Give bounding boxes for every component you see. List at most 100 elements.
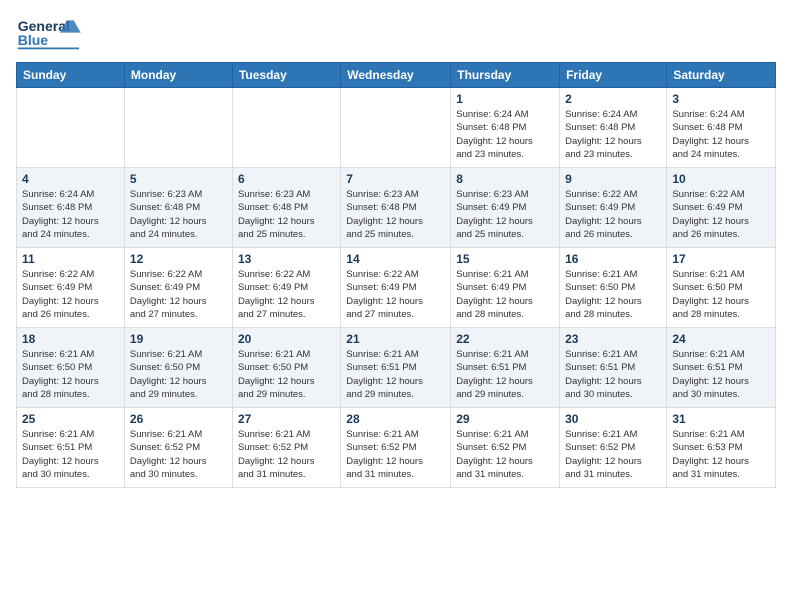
- day-info: Sunrise: 6:22 AMSunset: 6:49 PMDaylight:…: [238, 268, 335, 321]
- day-info: Sunrise: 6:22 AMSunset: 6:49 PMDaylight:…: [22, 268, 119, 321]
- day-number: 19: [130, 332, 227, 346]
- day-info: Sunrise: 6:23 AMSunset: 6:48 PMDaylight:…: [346, 188, 445, 241]
- page: General Blue SundayMondayTuesdayWednesda…: [0, 0, 792, 498]
- week-row-1: 1 Sunrise: 6:24 AMSunset: 6:48 PMDaylight…: [17, 88, 776, 168]
- day-number: 7: [346, 172, 445, 186]
- day-number: 30: [565, 412, 661, 426]
- empty-cell: [341, 88, 451, 168]
- day-number: 16: [565, 252, 661, 266]
- day-info: Sunrise: 6:21 AMSunset: 6:52 PMDaylight:…: [565, 428, 661, 481]
- calendar-header-row: SundayMondayTuesdayWednesdayThursdayFrid…: [17, 63, 776, 88]
- day-number: 3: [672, 92, 770, 106]
- day-number: 5: [130, 172, 227, 186]
- day-info: Sunrise: 6:21 AMSunset: 6:52 PMDaylight:…: [238, 428, 335, 481]
- day-cell-30: 30 Sunrise: 6:21 AMSunset: 6:52 PMDayligh…: [560, 408, 667, 488]
- day-info: Sunrise: 6:21 AMSunset: 6:52 PMDaylight:…: [130, 428, 227, 481]
- svg-text:Blue: Blue: [18, 32, 49, 48]
- day-cell-31: 31Sunrise: 6:21 AMSunset: 6:53 PMDayligh…: [667, 408, 776, 488]
- week-row-3: 11 Sunrise: 6:22 AMSunset: 6:49 PMDayligh…: [17, 248, 776, 328]
- day-number: 15: [456, 252, 554, 266]
- day-info: Sunrise: 6:21 AMSunset: 6:51 PMDaylight:…: [565, 348, 661, 401]
- day-cell-7: 7 Sunrise: 6:23 AMSunset: 6:48 PMDaylight…: [341, 168, 451, 248]
- day-info: Sunrise: 6:21 AMSunset: 6:50 PMDaylight:…: [130, 348, 227, 401]
- day-cell-1: 1 Sunrise: 6:24 AMSunset: 6:48 PMDaylight…: [451, 88, 560, 168]
- day-info: Sunrise: 6:21 AMSunset: 6:50 PMDaylight:…: [22, 348, 119, 401]
- week-row-5: 25Sunrise: 6:21 AMSunset: 6:51 PMDayligh…: [17, 408, 776, 488]
- day-number: 9: [565, 172, 661, 186]
- weekday-header-tuesday: Tuesday: [232, 63, 340, 88]
- day-cell-19: 19 Sunrise: 6:21 AMSunset: 6:50 PMDayligh…: [124, 328, 232, 408]
- day-cell-11: 11 Sunrise: 6:22 AMSunset: 6:49 PMDayligh…: [17, 248, 125, 328]
- day-number: 10: [672, 172, 770, 186]
- day-cell-6: 6Sunrise: 6:23 AMSunset: 6:48 PMDaylight…: [232, 168, 340, 248]
- day-number: 18: [22, 332, 119, 346]
- day-info: Sunrise: 6:22 AMSunset: 6:49 PMDaylight:…: [565, 188, 661, 241]
- empty-cell: [124, 88, 232, 168]
- day-cell-27: 27 Sunrise: 6:21 AMSunset: 6:52 PMDayligh…: [232, 408, 340, 488]
- calendar-table: SundayMondayTuesdayWednesdayThursdayFrid…: [16, 62, 776, 488]
- day-info: Sunrise: 6:24 AMSunset: 6:48 PMDaylight:…: [565, 108, 661, 161]
- day-cell-2: 2 Sunrise: 6:24 AMSunset: 6:48 PMDaylight…: [560, 88, 667, 168]
- week-row-4: 18 Sunrise: 6:21 AMSunset: 6:50 PMDayligh…: [17, 328, 776, 408]
- calendar-body: 1 Sunrise: 6:24 AMSunset: 6:48 PMDaylight…: [17, 88, 776, 488]
- day-number: 4: [22, 172, 119, 186]
- day-info: Sunrise: 6:24 AMSunset: 6:48 PMDaylight:…: [456, 108, 554, 161]
- day-number: 28: [346, 412, 445, 426]
- logo: General Blue: [16, 12, 86, 54]
- day-number: 17: [672, 252, 770, 266]
- day-number: 11: [22, 252, 119, 266]
- week-row-2: 4 Sunrise: 6:24 AMSunset: 6:48 PMDaylight…: [17, 168, 776, 248]
- day-number: 26: [130, 412, 227, 426]
- day-info: Sunrise: 6:21 AMSunset: 6:50 PMDaylight:…: [565, 268, 661, 321]
- day-cell-26: 26 Sunrise: 6:21 AMSunset: 6:52 PMDayligh…: [124, 408, 232, 488]
- day-number: 27: [238, 412, 335, 426]
- weekday-header-thursday: Thursday: [451, 63, 560, 88]
- day-cell-21: 21 Sunrise: 6:21 AMSunset: 6:51 PMDayligh…: [341, 328, 451, 408]
- day-info: Sunrise: 6:23 AMSunset: 6:49 PMDaylight:…: [456, 188, 554, 241]
- day-number: 1: [456, 92, 554, 106]
- day-cell-13: 13Sunrise: 6:22 AMSunset: 6:49 PMDayligh…: [232, 248, 340, 328]
- day-number: 8: [456, 172, 554, 186]
- day-info: Sunrise: 6:21 AMSunset: 6:51 PMDaylight:…: [346, 348, 445, 401]
- day-number: 20: [238, 332, 335, 346]
- day-cell-16: 16 Sunrise: 6:21 AMSunset: 6:50 PMDayligh…: [560, 248, 667, 328]
- weekday-header-sunday: Sunday: [17, 63, 125, 88]
- day-cell-18: 18 Sunrise: 6:21 AMSunset: 6:50 PMDayligh…: [17, 328, 125, 408]
- day-info: Sunrise: 6:21 AMSunset: 6:53 PMDaylight:…: [672, 428, 770, 481]
- day-number: 29: [456, 412, 554, 426]
- day-info: Sunrise: 6:22 AMSunset: 6:49 PMDaylight:…: [130, 268, 227, 321]
- weekday-header-monday: Monday: [124, 63, 232, 88]
- day-cell-3: 3Sunrise: 6:24 AMSunset: 6:48 PMDaylight…: [667, 88, 776, 168]
- day-cell-9: 9 Sunrise: 6:22 AMSunset: 6:49 PMDaylight…: [560, 168, 667, 248]
- day-cell-4: 4 Sunrise: 6:24 AMSunset: 6:48 PMDaylight…: [17, 168, 125, 248]
- day-info: Sunrise: 6:21 AMSunset: 6:52 PMDaylight:…: [456, 428, 554, 481]
- day-info: Sunrise: 6:21 AMSunset: 6:51 PMDaylight:…: [672, 348, 770, 401]
- header: General Blue: [16, 12, 776, 54]
- logo-svg: General Blue: [16, 12, 86, 54]
- day-number: 21: [346, 332, 445, 346]
- empty-cell: [232, 88, 340, 168]
- day-number: 12: [130, 252, 227, 266]
- weekday-header-saturday: Saturday: [667, 63, 776, 88]
- day-info: Sunrise: 6:22 AMSunset: 6:49 PMDaylight:…: [672, 188, 770, 241]
- day-info: Sunrise: 6:22 AMSunset: 6:49 PMDaylight:…: [346, 268, 445, 321]
- day-cell-12: 12 Sunrise: 6:22 AMSunset: 6:49 PMDayligh…: [124, 248, 232, 328]
- day-cell-28: 28 Sunrise: 6:21 AMSunset: 6:52 PMDayligh…: [341, 408, 451, 488]
- day-number: 2: [565, 92, 661, 106]
- day-cell-15: 15 Sunrise: 6:21 AMSunset: 6:49 PMDayligh…: [451, 248, 560, 328]
- weekday-header-friday: Friday: [560, 63, 667, 88]
- day-number: 25: [22, 412, 119, 426]
- day-cell-5: 5 Sunrise: 6:23 AMSunset: 6:48 PMDaylight…: [124, 168, 232, 248]
- day-info: Sunrise: 6:21 AMSunset: 6:51 PMDaylight:…: [456, 348, 554, 401]
- day-info: Sunrise: 6:24 AMSunset: 6:48 PMDaylight:…: [22, 188, 119, 241]
- day-cell-25: 25Sunrise: 6:21 AMSunset: 6:51 PMDayligh…: [17, 408, 125, 488]
- day-info: Sunrise: 6:23 AMSunset: 6:48 PMDaylight:…: [238, 188, 335, 241]
- day-info: Sunrise: 6:21 AMSunset: 6:50 PMDaylight:…: [238, 348, 335, 401]
- day-info: Sunrise: 6:23 AMSunset: 6:48 PMDaylight:…: [130, 188, 227, 241]
- day-number: 24: [672, 332, 770, 346]
- weekday-header-wednesday: Wednesday: [341, 63, 451, 88]
- day-cell-17: 17Sunrise: 6:21 AMSunset: 6:50 PMDayligh…: [667, 248, 776, 328]
- day-info: Sunrise: 6:21 AMSunset: 6:52 PMDaylight:…: [346, 428, 445, 481]
- day-cell-24: 24 Sunrise: 6:21 AMSunset: 6:51 PMDayligh…: [667, 328, 776, 408]
- day-info: Sunrise: 6:21 AMSunset: 6:49 PMDaylight:…: [456, 268, 554, 321]
